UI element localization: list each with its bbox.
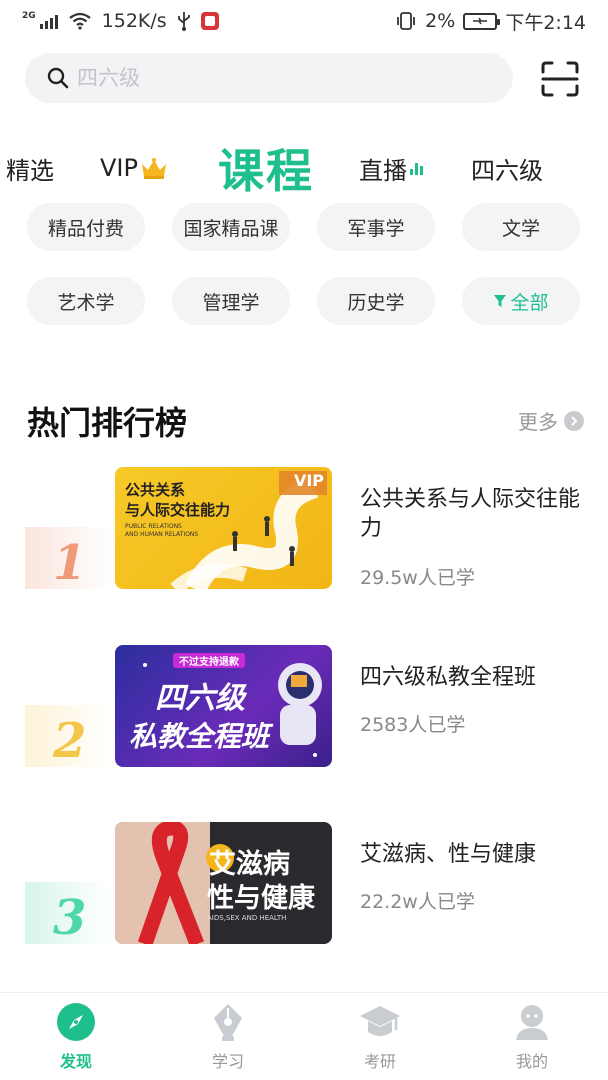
user-icon — [516, 1005, 548, 1040]
ranking-item-2[interactable]: 2 不过支持退款 四六级 私教全程班 四六级私教全程班 2583人已学 — [0, 645, 608, 775]
status-bar: 2G 152K/s 2% 下午2:14 — [0, 0, 608, 42]
chip-art[interactable]: 艺术学 — [27, 277, 145, 325]
search-icon — [47, 67, 69, 89]
course-title[interactable]: 四六级私教全程班 — [360, 663, 585, 692]
nav-discover[interactable]: 发现 — [0, 993, 152, 1080]
thumbnail-tag: 不过支持退款 — [173, 653, 245, 668]
wifi-icon — [68, 12, 91, 30]
filter-icon — [494, 295, 507, 307]
chip-national-quality[interactable]: 国家精品课 — [172, 203, 290, 251]
tab-live[interactable]: 直播 — [359, 151, 423, 186]
section-title: 热门排行榜 — [27, 404, 188, 442]
bottom-nav: 发现 学习 考研 我的 — [0, 992, 608, 1080]
rank-number: 3 — [53, 890, 87, 946]
learner-count: 22.2w人已学 — [360, 891, 475, 913]
tab-cet[interactable]: 四六级 — [471, 151, 543, 186]
chip-history[interactable]: 历史学 — [317, 277, 435, 325]
network-speed: 152K/s — [101, 10, 167, 32]
signal-icon — [39, 13, 58, 29]
learner-count: 2583人已学 — [360, 714, 466, 736]
crown-icon — [141, 158, 166, 179]
compass-icon — [57, 1003, 95, 1041]
course-thumbnail[interactable]: 不过支持退款 四六级 私教全程班 — [115, 645, 332, 767]
tab-vip-label: VIP — [100, 154, 138, 182]
search-input[interactable] — [77, 66, 457, 90]
course-thumbnail[interactable]: VIP 公共关系 与人际交往能力 PUBLIC RELATIONS AND HU… — [115, 467, 332, 589]
vip-badge: VIP — [293, 471, 324, 490]
thumbnail-title: 公共关系 — [125, 481, 186, 499]
tab-courses[interactable]: 课程 — [218, 135, 314, 201]
rank-badge: 1 — [25, 527, 111, 591]
chip-military[interactable]: 军事学 — [317, 203, 435, 251]
rank-number: 1 — [53, 535, 87, 591]
tab-vip[interactable]: VIP — [100, 154, 168, 182]
nav-discover-label: 发现 — [59, 1052, 92, 1071]
battery-percent: 2% — [425, 10, 456, 32]
thumbnail-subtitle: PUBLIC RELATIONS — [125, 523, 182, 530]
course-title[interactable]: 公共关系与人际交往能力 — [360, 485, 585, 543]
category-tabs: 精选 VIP 课程 直播 四六级 — [0, 128, 608, 208]
clock: 下午2:14 — [505, 11, 586, 34]
thumbnail-title: 四六级 — [155, 681, 245, 716]
rank-badge: 3 — [25, 882, 111, 946]
search-bar[interactable] — [25, 53, 513, 103]
nav-study-label: 学习 — [211, 1052, 244, 1071]
tab-featured[interactable]: 精选 — [6, 151, 54, 186]
category-chips: 精品付费 国家精品课 军事学 文学 艺术学 管理学 历史学 全部 — [27, 203, 583, 325]
nav-postgrad[interactable]: 考研 — [304, 993, 456, 1080]
usb-icon — [177, 12, 190, 31]
more-label: 更多 — [518, 410, 558, 434]
app-notification-icon — [200, 12, 219, 30]
ranking-item-1[interactable]: 1 VIP 公共关系 与人际交往能力 PUBLIC RELATIONS AND … — [0, 467, 608, 597]
scan-icon[interactable] — [540, 60, 580, 98]
thumbnail-subtitle-2: AND HUMAN RELATIONS — [125, 531, 199, 538]
battery-icon — [463, 12, 501, 30]
chip-management[interactable]: 管理学 — [172, 277, 290, 325]
thumbnail-title-2: 性与健康 — [207, 883, 315, 914]
thumbnail-subtitle: AIDS,SEX AND HEALTH — [207, 914, 287, 922]
chip-all-label: 全部 — [510, 291, 549, 314]
course-title[interactable]: 艾滋病、性与健康 — [360, 840, 585, 869]
more-link[interactable]: 更多 — [518, 406, 584, 435]
chevron-right-icon — [564, 410, 584, 431]
rank-number: 2 — [53, 713, 87, 769]
rank-badge: 2 — [25, 705, 111, 769]
tab-live-label: 直播 — [359, 156, 407, 185]
chip-premium-paid[interactable]: 精品付费 — [27, 203, 145, 251]
graduation-cap-icon — [360, 1006, 400, 1036]
nav-postgrad-label: 考研 — [363, 1052, 396, 1071]
ranking-item-3[interactable]: 3 艾滋病 性与健康 AIDS,SEX AND HEALTH 艾滋病、性与健康 … — [0, 822, 608, 952]
live-indicator-icon — [410, 161, 423, 175]
nav-study[interactable]: 学习 — [152, 993, 304, 1080]
nav-me[interactable]: 我的 — [456, 993, 608, 1080]
thumbnail-title-2: 与人际交往能力 — [125, 501, 231, 519]
vibrate-icon — [397, 12, 416, 30]
chip-all[interactable]: 全部 — [462, 277, 580, 325]
network-type: 2G — [22, 11, 36, 21]
learner-count: 29.5w人已学 — [360, 567, 475, 589]
nav-me-label: 我的 — [515, 1052, 548, 1071]
thumbnail-title-2: 私教全程班 — [129, 720, 270, 753]
pen-nib-icon — [214, 1004, 242, 1041]
chip-literature[interactable]: 文学 — [462, 203, 580, 251]
course-thumbnail[interactable]: 艾滋病 性与健康 AIDS,SEX AND HEALTH — [115, 822, 332, 944]
